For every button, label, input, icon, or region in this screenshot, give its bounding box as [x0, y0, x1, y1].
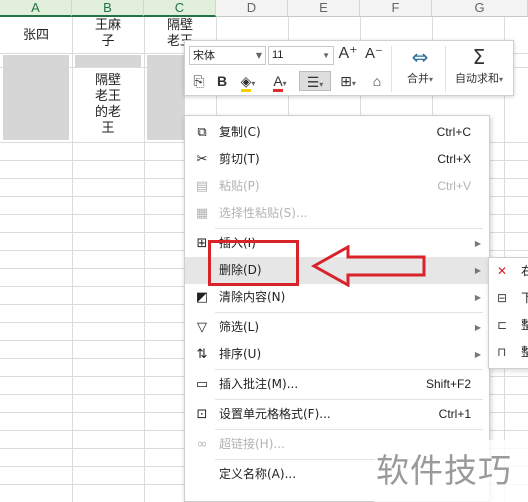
autosum-label: 自动求和	[454, 72, 499, 85]
format-cells-icon: ⊡	[196, 407, 208, 422]
menu-item-paste[interactable]: ▤ 粘贴(P) Ctrl+V	[185, 173, 489, 200]
submenu-item-shift-up[interactable]: ⊟ 下	[489, 285, 528, 312]
submenu-item-label: 整	[521, 345, 528, 359]
menu-item-label: 粘贴(P)	[219, 179, 260, 193]
menu-item-shortcut: Ctrl+V	[437, 179, 471, 193]
filter-icon: ▽	[197, 320, 207, 335]
delete-column-icon: ⊓	[497, 345, 507, 359]
submenu-arrow-icon: ▶	[474, 323, 481, 332]
menu-item-label: 定义名称(A)...	[219, 467, 297, 481]
column-header-c[interactable]: C	[144, 0, 216, 17]
paste-icon: ▤	[195, 179, 209, 194]
menu-item-shortcut: Ctrl+1	[438, 407, 471, 421]
submenu-item-label: 下	[521, 291, 528, 305]
column-header-g[interactable]: G	[432, 0, 528, 17]
chevron-down-icon: ▼	[255, 51, 262, 60]
column-header-d[interactable]: D	[216, 0, 288, 17]
selected-cell-c2[interactable]	[147, 55, 185, 140]
font-color-icon[interactable]: A▾	[267, 71, 293, 92]
menu-item-label: 剪切(T)	[219, 152, 260, 166]
shrink-font-button[interactable]: A⁻	[364, 44, 384, 64]
merge-icon: ⇔	[411, 45, 429, 69]
font-name-value: 宋体	[193, 49, 215, 62]
font-size-select[interactable]: 11 ▼	[268, 46, 334, 65]
menu-item-label: 清除内容(N)	[219, 290, 286, 304]
menu-item-format-cells[interactable]: ⊡ 设置单元格格式(F)... Ctrl+1	[185, 401, 489, 428]
mini-format-toolbar: 宋体 ▼ 11 ▼ A⁺ A⁻ ⎘ B ◈▾ A▾ ☰▾ ⊞▾ ⌂ ⇔ 合并▾ …	[184, 40, 514, 96]
submenu-arrow-icon: ▶	[474, 293, 481, 302]
toolbar-separator	[445, 46, 446, 92]
menu-separator	[215, 399, 483, 400]
autosum-button[interactable]: Σ 自动求和▾	[447, 45, 511, 90]
menu-item-label: 插入批注(M)...	[219, 377, 299, 391]
selected-cell-a2[interactable]	[3, 55, 69, 140]
merge-label: 合并	[406, 72, 429, 85]
submenu-arrow-icon: ▶	[474, 350, 481, 359]
cell-b3[interactable]: 隔壁老王的老王	[90, 73, 126, 137]
submenu-item-entire-column[interactable]: ⊓ 整	[489, 339, 528, 366]
sigma-icon: Σ	[472, 45, 486, 69]
menu-item-clear-contents[interactable]: ◩ 清除内容(N) ▶	[185, 284, 489, 311]
delete-row-icon: ⊏	[497, 318, 508, 332]
highlight-box	[208, 240, 299, 286]
menu-separator	[215, 228, 483, 229]
submenu-item-label: 整	[521, 318, 528, 332]
column-header-a[interactable]: A	[0, 0, 72, 17]
font-size-value: 11	[272, 49, 284, 61]
fill-color-icon[interactable]: ◈▾	[235, 71, 261, 92]
menu-separator	[215, 312, 483, 313]
column-header-b[interactable]: B	[72, 0, 144, 17]
copy-icon: ⧉	[197, 125, 207, 140]
cut-icon: ✂	[196, 152, 208, 167]
sort-icon: ⇅	[196, 347, 208, 362]
submenu-item-label: 右	[521, 264, 528, 278]
borders-icon[interactable]: ⊞▾	[335, 71, 361, 91]
menu-item-sort[interactable]: ⇅ 排序(U) ▶	[185, 341, 489, 368]
menu-separator	[215, 369, 483, 370]
submenu-arrow-icon: ▶	[474, 266, 481, 275]
column-header-f[interactable]: F	[360, 0, 432, 17]
menu-item-label: 排序(U)	[219, 347, 262, 361]
watermark: 软件技巧	[374, 440, 528, 502]
cell-a1[interactable]: 张四	[0, 28, 72, 44]
align-center-icon[interactable]: ☰▾	[299, 71, 331, 91]
comment-icon: ▭	[195, 377, 209, 392]
paste-special-icon: ▦	[195, 206, 209, 221]
grow-font-button[interactable]: A⁺	[338, 44, 358, 64]
submenu-arrow-icon: ▶	[474, 239, 481, 248]
link-icon: ∞	[196, 437, 208, 452]
column-header-e[interactable]: E	[288, 0, 360, 17]
menu-item-insert-comment[interactable]: ▭ 插入批注(M)... Shift+F2	[185, 371, 489, 398]
font-name-select[interactable]: 宋体 ▼	[189, 46, 266, 65]
menu-item-shortcut: Ctrl+C	[436, 125, 471, 139]
menu-item-paste-special[interactable]: ▦ 选择性粘贴(S)...	[185, 200, 489, 227]
cell-b1[interactable]: 王麻子	[90, 18, 126, 50]
chevron-down-icon: ▼	[322, 51, 330, 60]
menu-item-copy[interactable]: ⧉ 复制(C) Ctrl+C	[185, 119, 489, 146]
menu-separator	[215, 429, 483, 430]
menu-item-filter[interactable]: ▽ 筛选(L) ▶	[185, 314, 489, 341]
delete-shift-icon: ✕	[497, 264, 508, 278]
menu-item-label: 超链接(H)...	[219, 437, 285, 451]
submenu-item-shift-left[interactable]: ✕ 右	[489, 258, 528, 285]
red-arrow-annotation	[310, 245, 426, 287]
toolbar-separator	[391, 46, 392, 92]
menu-item-label: 设置单元格格式(F)...	[219, 407, 331, 421]
menu-item-cut[interactable]: ✂ 剪切(T) Ctrl+X	[185, 146, 489, 173]
format-painter-icon[interactable]: ⎘	[189, 71, 209, 91]
eraser-icon: ◩	[195, 290, 209, 305]
selected-cell-b2[interactable]	[75, 55, 141, 67]
submenu-item-entire-row[interactable]: ⊏ 整	[489, 312, 528, 339]
menu-item-label: 复制(C)	[219, 125, 261, 139]
delete-shift-up-icon: ⊟	[497, 291, 508, 305]
delete-submenu: ✕ 右 ⊟ 下 ⊏ 整 ⊓ 整	[488, 257, 528, 369]
menu-item-shortcut: Ctrl+X	[437, 152, 471, 166]
merge-button[interactable]: ⇔ 合并▾	[397, 45, 443, 90]
menu-item-label: 选择性粘贴(S)...	[219, 206, 308, 220]
bold-button[interactable]: B	[213, 71, 231, 91]
menu-item-label: 筛选(L)	[219, 320, 260, 334]
menu-item-shortcut: Shift+F2	[425, 377, 471, 391]
clear-format-icon[interactable]: ⌂	[367, 71, 387, 91]
